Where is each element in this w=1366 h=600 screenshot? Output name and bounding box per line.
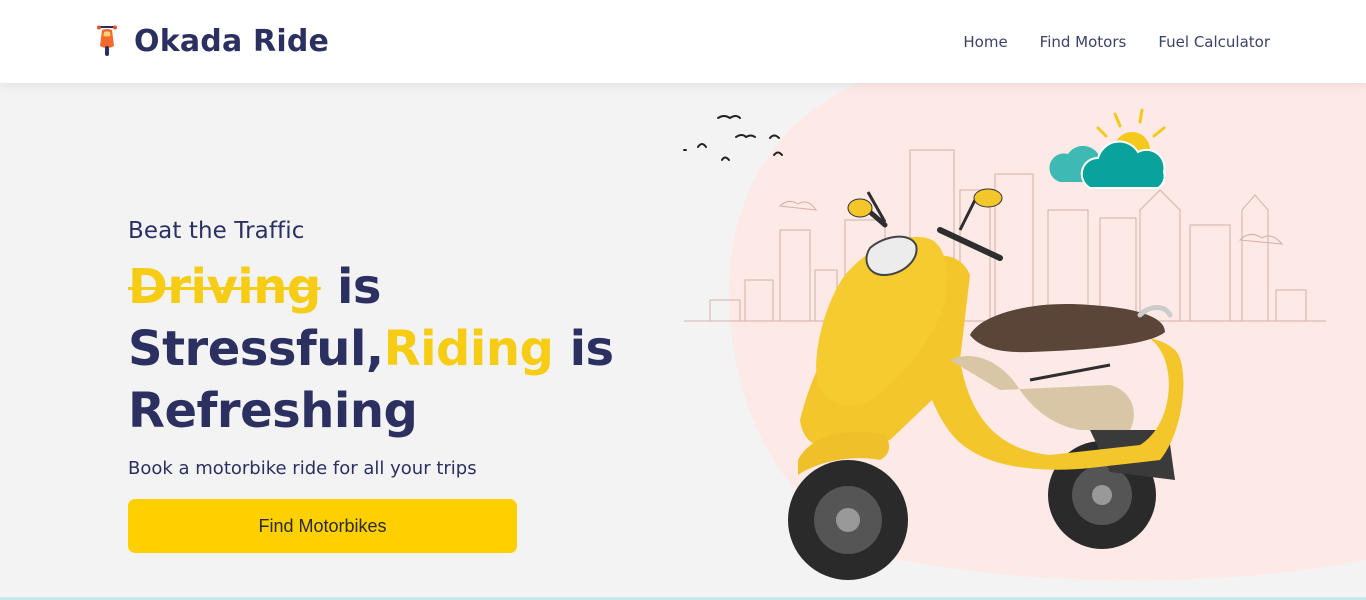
brand-link[interactable]: Okada Ride xyxy=(94,20,329,62)
headline-highlight-word: Riding xyxy=(383,321,554,377)
main-nav: Home Find Motors Fuel Calculator xyxy=(963,0,1270,83)
brand-name: Okada Ride xyxy=(134,23,330,59)
scooter-icon xyxy=(97,25,117,56)
headline-strike-word: Driving xyxy=(128,259,321,315)
scooter-image xyxy=(788,188,1184,580)
nav-link-home[interactable]: Home xyxy=(963,33,1007,51)
scooter-illustration xyxy=(683,108,1326,580)
hero-headline: Driving is Stressful,Riding is Refreshin… xyxy=(128,256,648,442)
hero-section: Beat the Traffic Driving is Stressful,Ri… xyxy=(128,218,648,553)
hero-subtext: Book a motorbike ride for all your trips xyxy=(128,458,477,479)
site-header: Okada Ride Home Find Motors Fuel Calcula… xyxy=(0,0,1366,83)
nav-link-fuel-calculator[interactable]: Fuel Calculator xyxy=(1158,33,1270,51)
city-skyline xyxy=(684,149,1326,322)
hero-eyebrow: Beat the Traffic xyxy=(128,218,305,244)
weather-icon xyxy=(1049,108,1166,189)
nav-link-find-motors[interactable]: Find Motors xyxy=(1040,33,1127,51)
find-motorbikes-button[interactable]: Find Motorbikes xyxy=(128,499,517,553)
birds-icon xyxy=(683,115,783,161)
